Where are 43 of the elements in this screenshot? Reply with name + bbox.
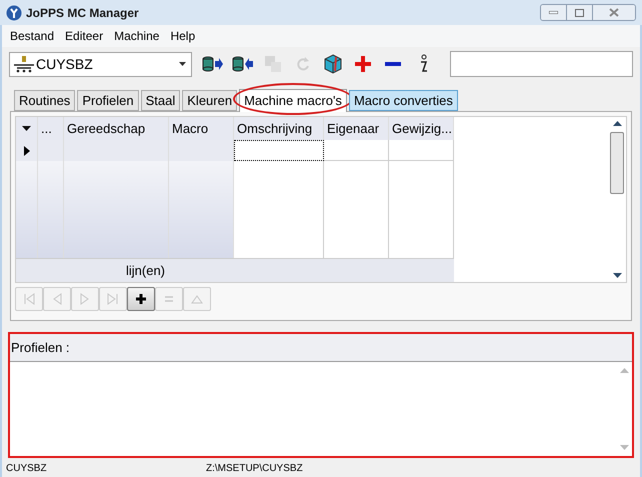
triangle-up-icon [191,293,203,305]
plus-icon[interactable] [354,55,372,73]
row-count-label: lijn(en) [126,262,166,280]
machine-icon [13,55,35,73]
search-field[interactable] [450,51,633,77]
menu-item[interactable]: Bestand [10,27,54,45]
close-icon [609,8,619,17]
dropdown-caret-icon[interactable] [22,126,31,131]
tab[interactable]: Macro converties [348,90,458,111]
tab[interactable]: Profielen [77,90,139,111]
tab[interactable]: Routines [14,90,76,111]
menu-item[interactable]: Help [170,27,196,45]
dropdown-caret-icon [179,62,186,66]
panel-label: Profielen : [11,338,70,357]
menu-item[interactable]: Editeer [65,27,104,45]
table-cell[interactable] [234,140,324,161]
scrollbar-thumb[interactable] [610,132,624,194]
machine-select[interactable]: CUYSBZ [9,52,192,76]
row-pointer-icon [24,146,30,156]
scroll-down-icon[interactable] [612,273,622,278]
tab[interactable]: Machine macro's [239,89,347,112]
maximize-icon [575,8,584,16]
tab[interactable]: Kleuren [182,90,238,111]
tab[interactable]: Staal [140,90,180,111]
database-arrow-icon[interactable] [202,56,224,72]
status-text: CUYSBZ [6,462,48,476]
minimize-icon [549,11,558,14]
skip-back-icon [23,293,35,305]
plus-icon [135,293,147,305]
menu-item[interactable]: Machine [114,27,160,45]
scroll-up-icon[interactable] [612,121,622,126]
close-button[interactable] [593,5,635,20]
triangle-right-icon [79,293,91,305]
minimize-button[interactable] [541,5,567,20]
skip-forward-icon [107,293,119,305]
select-value: CUYSBZ [36,54,93,74]
status-text: Z:\MSETUP\CUYSBZ [206,462,303,476]
triangle-left-icon [51,293,63,305]
maximize-button[interactable] [567,5,593,20]
database-arrow-icon[interactable] [232,56,254,72]
cube-icon[interactable] [323,54,343,74]
navigator-button[interactable] [127,287,155,311]
window-title: JoPPS MC Manager [26,4,139,22]
